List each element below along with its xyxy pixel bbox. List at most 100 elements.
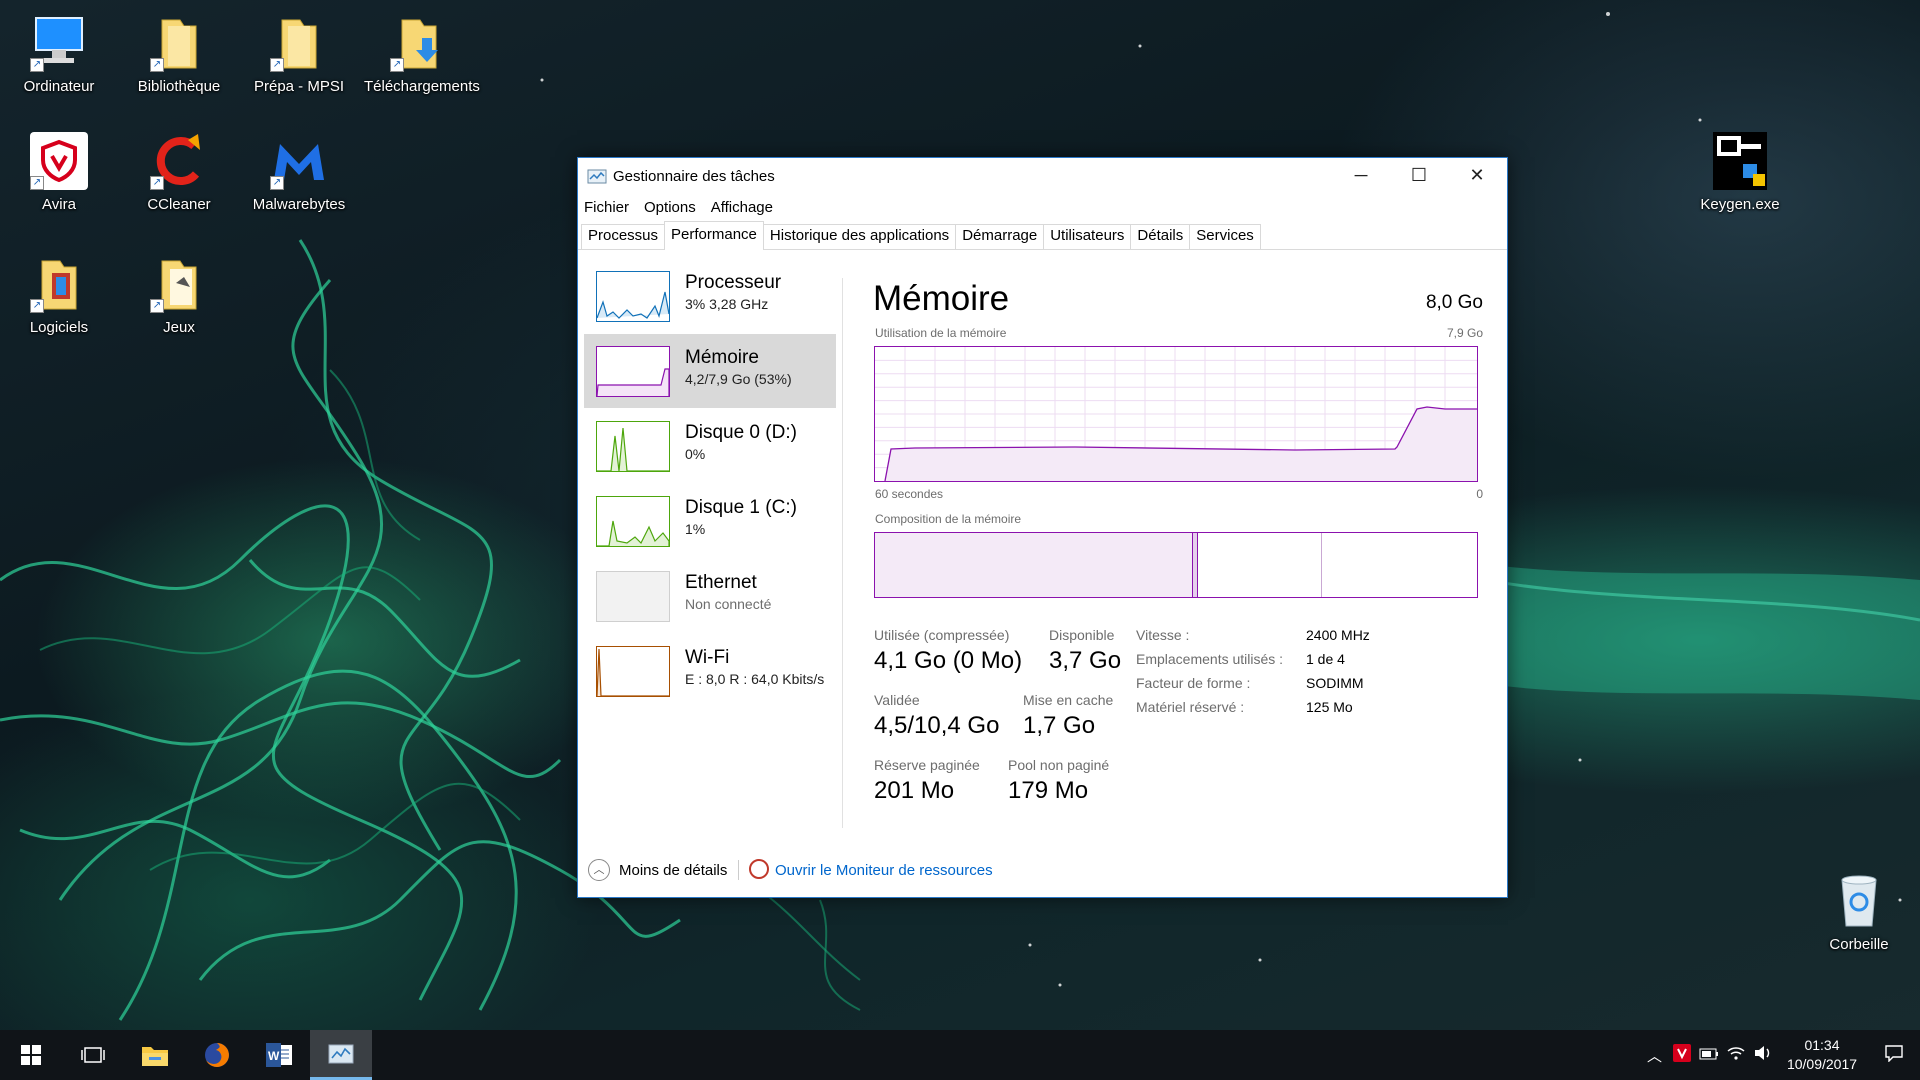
wifi-thumbnail-graph	[596, 646, 670, 697]
perf-item-name: Disque 1 (C:)	[685, 497, 797, 518]
menu-affichage[interactable]: Affichage	[711, 199, 773, 216]
shortcut-arrow-icon: ↗	[150, 58, 164, 72]
task-manager-icon	[587, 169, 607, 185]
system-tray: ︿ 01:34 10/09/2017	[1641, 1030, 1920, 1080]
desktop-icon-label: CCleaner	[147, 196, 211, 213]
window-footer: ︿ Moins de détails Ouvrir le Moniteur de…	[578, 856, 1507, 886]
clock[interactable]: 01:34 10/09/2017	[1776, 1036, 1868, 1074]
fewer-details-button[interactable]: Moins de détails	[619, 862, 727, 879]
chevron-up-icon[interactable]: ︿	[588, 859, 610, 881]
panel-divider	[842, 278, 843, 828]
shortcut-arrow-icon: ↗	[270, 176, 284, 190]
wifi-icon[interactable]	[1722, 1045, 1749, 1065]
desktop-icon-jeux[interactable]: ↗ Jeux	[124, 253, 234, 336]
start-button[interactable]	[0, 1030, 62, 1080]
chevron-up-icon[interactable]: ︿	[1641, 1045, 1668, 1066]
title-bar[interactable]: Gestionnaire des tâches ─ ☐ ✕	[578, 158, 1507, 195]
task-manager-window: Gestionnaire des tâches ─ ☐ ✕ Fichier Op…	[577, 157, 1508, 898]
maximize-button[interactable]: ☐	[1390, 158, 1448, 192]
taskbar-task-manager[interactable]	[310, 1030, 372, 1080]
menu-options[interactable]: Options	[644, 199, 696, 216]
speed-label: Vitesse :	[1136, 627, 1190, 643]
task-manager-icon	[328, 1044, 354, 1064]
desktop-icon-malwarebytes[interactable]: ↗ Malwarebytes	[244, 130, 354, 213]
time-right-label: 0	[1476, 487, 1483, 501]
menu-bar: Fichier Options Affichage	[578, 195, 1507, 219]
desktop-icon-keygen[interactable]: Keygen.exe	[1685, 130, 1795, 213]
nonpaged-pool-value: 179 Mo	[1008, 777, 1089, 804]
available-value: 3,7 Go	[1049, 647, 1122, 674]
desktop-icon-avira[interactable]: ↗ Avira	[4, 130, 114, 213]
avira-tray-icon[interactable]	[1668, 1044, 1695, 1066]
paged-pool-label: Réserve paginée	[874, 757, 980, 773]
window-title: Gestionnaire des tâches	[613, 168, 775, 185]
svg-text:W: W	[268, 1049, 280, 1063]
desktop-icon-label: Malwarebytes	[252, 196, 346, 213]
task-view-button[interactable]	[62, 1030, 124, 1080]
cached-label: Mise en cache	[1023, 692, 1114, 708]
perf-item-disque-0[interactable]: Disque 0 (D:) 0%	[584, 409, 836, 483]
open-resource-monitor-link[interactable]: Ouvrir le Moniteur de ressources	[775, 862, 993, 879]
tab-demarrage[interactable]: Démarrage	[955, 224, 1045, 249]
memory-composition-bar	[874, 532, 1478, 598]
memory-thumbnail-graph	[596, 346, 670, 397]
desktop-icon-label: Corbeille	[1829, 936, 1889, 953]
clock-date: 10/09/2017	[1786, 1056, 1858, 1072]
ccleaner-icon: ↗	[148, 130, 210, 192]
usage-label: Utilisation de la mémoire	[875, 326, 1007, 340]
desktop-icon-label: Bibliothèque	[137, 78, 221, 95]
desktop-icon-logiciels[interactable]: ↗ Logiciels	[4, 253, 114, 336]
perf-item-ethernet[interactable]: Ethernet Non connecté	[584, 559, 836, 633]
shortcut-arrow-icon: ↗	[270, 58, 284, 72]
cached-value: 1,7 Go	[1023, 712, 1096, 739]
tab-processus[interactable]: Processus	[581, 224, 666, 249]
computer-icon: ↗	[28, 12, 90, 74]
perf-item-name: Wi-Fi	[685, 647, 730, 668]
taskbar-word[interactable]: W	[248, 1030, 310, 1080]
committed-value: 4,5/10,4 Go	[874, 712, 1000, 739]
desktop-icon-prepa-mpsi[interactable]: ↗ Prépa - MPSI	[244, 12, 354, 95]
tab-historique[interactable]: Historique des applications	[762, 224, 957, 249]
desktop-icon-label: Prépa - MPSI	[253, 78, 345, 95]
taskbar-file-explorer[interactable]	[124, 1030, 186, 1080]
paged-pool-value: 201 Mo	[874, 777, 955, 804]
shortcut-arrow-icon: ↗	[150, 176, 164, 190]
minimize-button[interactable]: ─	[1332, 158, 1390, 192]
tab-performance[interactable]: Performance	[664, 221, 764, 250]
folder-icon: ↗	[148, 253, 210, 315]
disk1-thumbnail-graph	[596, 496, 670, 547]
slots-label: Emplacements utilisés :	[1136, 651, 1284, 667]
tab-services[interactable]: Services	[1189, 224, 1261, 249]
desktop-icon-ordinateur[interactable]: ↗ Ordinateur	[4, 12, 114, 95]
hardware-reserved-label: Matériel réservé :	[1136, 699, 1245, 715]
perf-item-name: Processeur	[685, 272, 782, 293]
composition-standby	[1198, 533, 1322, 597]
form-factor-label: Facteur de forme :	[1136, 675, 1251, 691]
perf-item-memoire[interactable]: Mémoire 4,2/7,9 Go (53%)	[584, 334, 836, 408]
perf-item-disque-1[interactable]: Disque 1 (C:) 1%	[584, 484, 836, 558]
usage-max: 7,9 Go	[1446, 326, 1483, 340]
notifications-icon[interactable]	[1868, 1044, 1920, 1066]
perf-item-sub: 0%	[685, 446, 706, 462]
used-label: Utilisée (compressée)	[874, 627, 1010, 643]
perf-item-processeur[interactable]: Processeur 3% 3,28 GHz	[584, 259, 836, 333]
tab-utilisateurs[interactable]: Utilisateurs	[1043, 224, 1132, 249]
shortcut-arrow-icon: ↗	[30, 176, 44, 190]
desktop-icon-bibliotheque[interactable]: ↗ Bibliothèque	[124, 12, 234, 95]
desktop-icon-label: Logiciels	[29, 319, 89, 336]
taskbar-firefox[interactable]	[186, 1030, 248, 1080]
perf-item-name: Disque 0 (D:)	[685, 422, 797, 443]
desktop-icon-corbeille[interactable]: Corbeille	[1804, 870, 1914, 953]
keygen-icon	[1709, 130, 1771, 192]
battery-icon[interactable]	[1695, 1047, 1722, 1064]
close-button[interactable]: ✕	[1448, 158, 1506, 192]
shortcut-arrow-icon: ↗	[30, 299, 44, 313]
perf-item-wifi[interactable]: Wi-Fi E : 8,0 R : 64,0 Kbits/s	[584, 634, 836, 708]
tab-details[interactable]: Détails	[1130, 224, 1191, 249]
taskbar: W ︿ 01:34 10/09/2017	[0, 1030, 1920, 1080]
volume-icon[interactable]	[1749, 1045, 1776, 1065]
desktop-icon-ccleaner[interactable]: ↗ CCleaner	[124, 130, 234, 213]
desktop-icon-telechargements[interactable]: ↗ Téléchargements	[364, 12, 480, 95]
windows-logo-icon	[21, 1045, 41, 1065]
menu-fichier[interactable]: Fichier	[584, 199, 629, 216]
